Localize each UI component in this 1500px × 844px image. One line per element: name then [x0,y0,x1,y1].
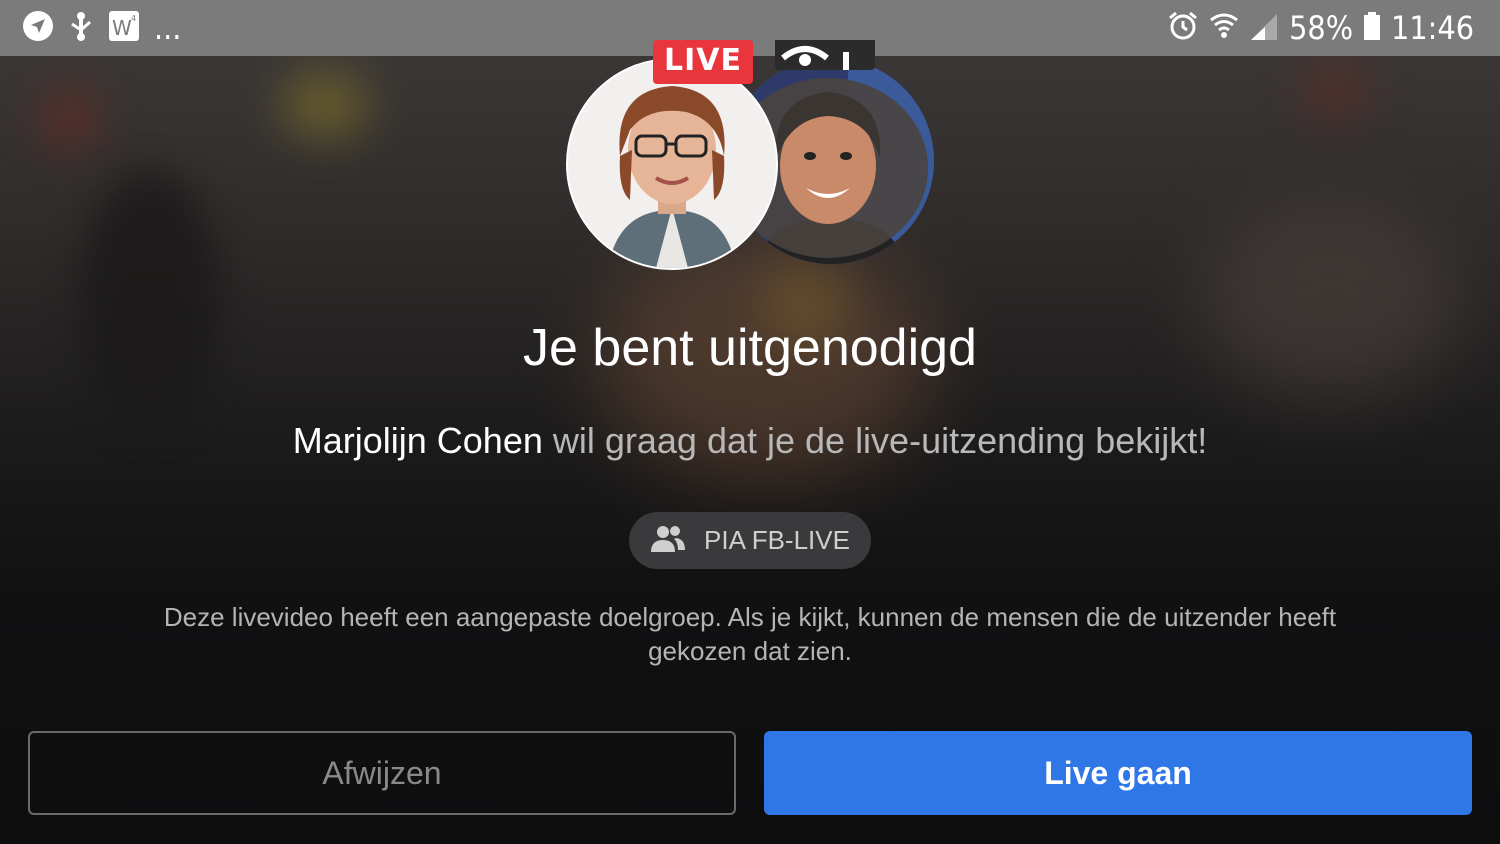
invite-subtitle: Marjolijn Cohen wil graag dat je de live… [0,420,1500,462]
inviter-name: Marjolijn Cohen [292,420,543,461]
invite-text: wil graag dat je de live-uitzending beki… [542,420,1208,461]
viewer-count-badge [775,40,875,70]
audience-notice: Deze livevideo heeft een aangepaste doel… [163,602,1337,666]
group-icon [650,524,686,558]
audience-chip: PIA FB-LIVE [629,512,871,569]
clock: 11:46 [1391,9,1474,47]
invite-title: Je bent uitgenodigd [523,319,977,377]
signal-icon [1249,10,1279,46]
eye-icon [775,46,875,74]
go-live-button[interactable]: Live gaan [764,731,1472,815]
svg-text:4: 4 [131,14,136,23]
usb-debug-icon [68,10,94,46]
audience-label: PIA FB-LIVE [704,525,850,555]
word-app-icon: W4 [108,10,140,46]
svg-text:W: W [112,16,132,40]
decline-button[interactable]: Afwijzen [28,731,736,815]
inviter-avatar [566,58,778,270]
navigation-icon [22,10,54,46]
battery-percentage: 58% [1289,9,1354,47]
more-notifications-icon: ... [154,9,182,47]
battery-icon [1363,10,1381,46]
wifi-icon [1209,10,1239,46]
live-badge: LIVE [653,40,753,84]
alarm-icon [1167,10,1199,46]
